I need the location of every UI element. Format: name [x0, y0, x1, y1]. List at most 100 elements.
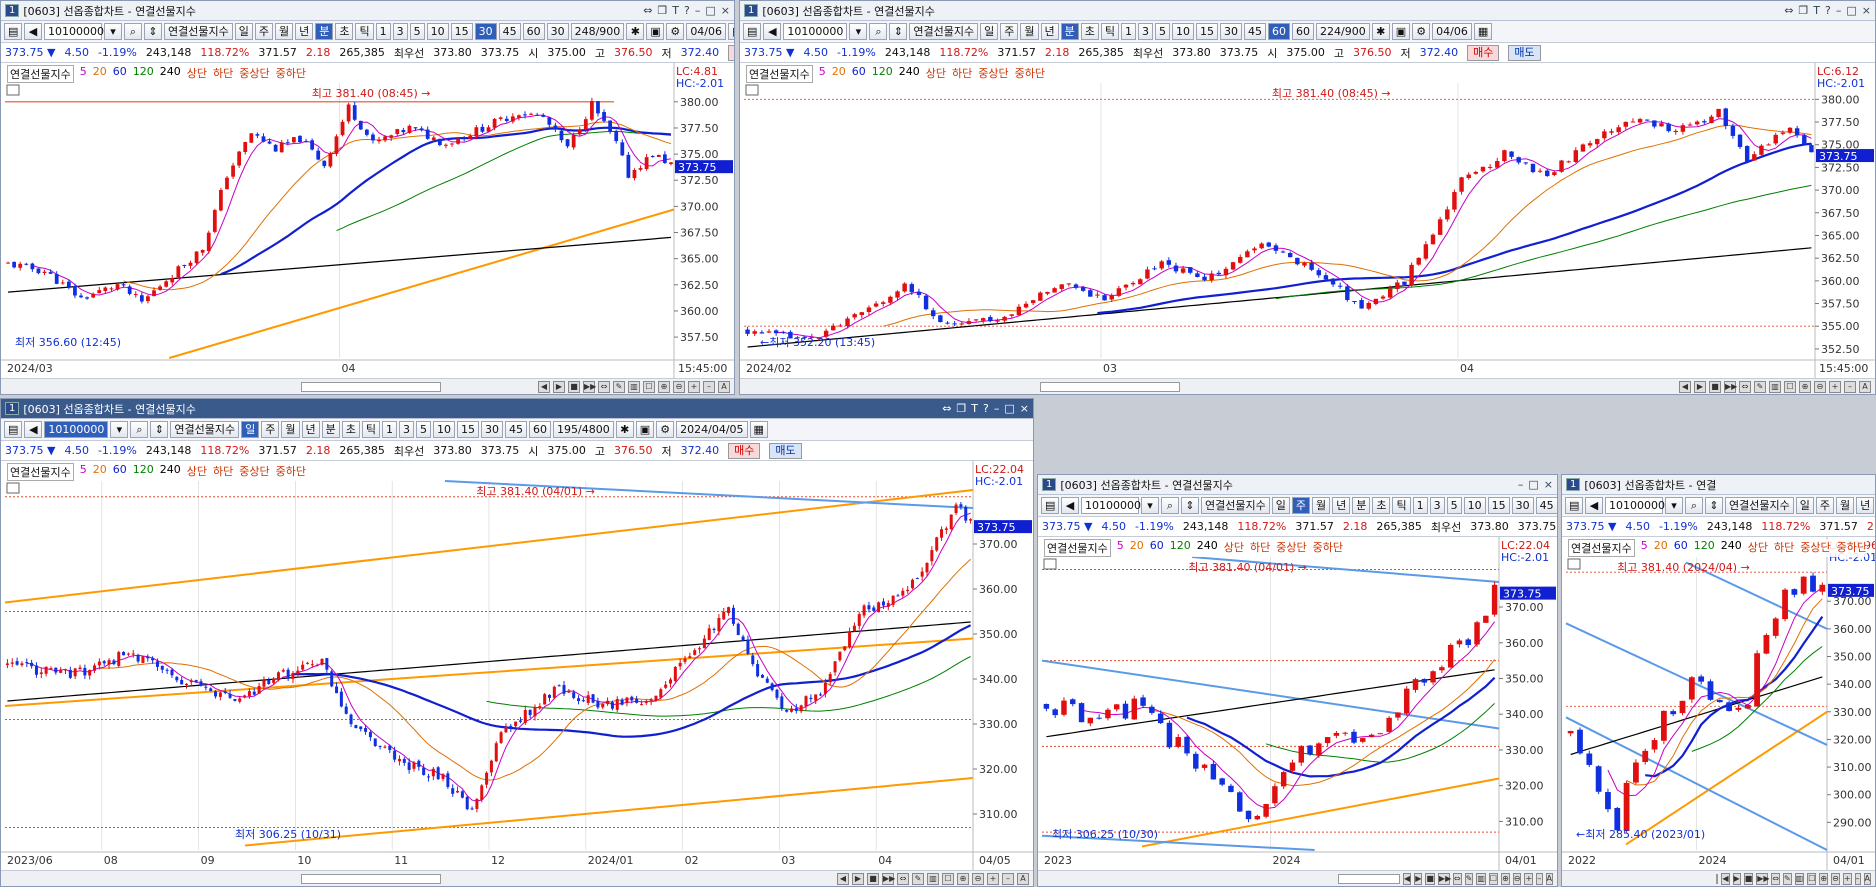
- copy-icon[interactable]: ❐: [1798, 4, 1808, 17]
- candle-body[interactable]: [1737, 134, 1743, 147]
- candle-body[interactable]: [20, 663, 24, 666]
- candle-body[interactable]: [664, 684, 668, 688]
- candlestick-chart[interactable]: 2022 2024 04/01370.00360.00350.00340.00330…: [1562, 537, 1876, 872]
- period-tab[interactable]: 틱: [355, 23, 374, 40]
- period-tab[interactable]: 초: [1080, 23, 1099, 40]
- candle-body[interactable]: [1509, 151, 1514, 157]
- date-input[interactable]: 04/06: [1432, 23, 1472, 40]
- candle-body[interactable]: [662, 154, 667, 163]
- candle-body[interactable]: [88, 669, 92, 676]
- candle-body[interactable]: [315, 665, 319, 667]
- nav-tool-icon[interactable]: ▶: [852, 872, 864, 885]
- candle-body[interactable]: [1131, 698, 1138, 720]
- candle-body[interactable]: [475, 799, 479, 809]
- candle-body[interactable]: [1184, 736, 1190, 754]
- nav-tool-icon[interactable]: ⊖: [673, 380, 685, 393]
- layout-icon[interactable]: ▤: [743, 23, 762, 40]
- step-icon[interactable]: ⇕: [144, 23, 162, 40]
- candle-body[interactable]: [722, 612, 726, 620]
- candle-body[interactable]: [1140, 697, 1146, 706]
- interval-button[interactable]: 30: [481, 421, 504, 438]
- interval-input[interactable]: 60: [1292, 23, 1315, 40]
- interval-button[interactable]: 15: [1196, 23, 1219, 40]
- candle-body[interactable]: [606, 700, 610, 704]
- candle-body[interactable]: [1095, 294, 1100, 296]
- candle-body[interactable]: [1373, 298, 1379, 305]
- candle-body[interactable]: [494, 743, 498, 762]
- candle-body[interactable]: [1209, 273, 1214, 281]
- candle-body[interactable]: [547, 694, 552, 698]
- code-input[interactable]: 10100000: [1081, 497, 1141, 514]
- buy-button[interactable]: 매수: [728, 44, 734, 61]
- gear-icon[interactable]: ⚙: [656, 421, 675, 438]
- candle-body[interactable]: [1702, 121, 1707, 123]
- candle-body[interactable]: [103, 287, 108, 291]
- candlestick-chart[interactable]: 2023 2024 04/01 370.00 360.00 350.00 340.00 330…: [1038, 537, 1558, 872]
- candle-body[interactable]: [780, 696, 784, 709]
- period-tab[interactable]: 분: [1352, 497, 1371, 514]
- candle-body[interactable]: [741, 636, 745, 641]
- period-tab[interactable]: 월: [1835, 497, 1855, 514]
- candle-body[interactable]: [1586, 753, 1593, 765]
- candle-body[interactable]: [909, 284, 915, 293]
- horizontal-scrollbar[interactable]: [1040, 381, 1180, 392]
- nav-tool-icon[interactable]: ▶▶: [882, 872, 895, 885]
- candle-body[interactable]: [910, 579, 915, 589]
- code-input[interactable]: 10100000: [1605, 497, 1665, 514]
- candle-body[interactable]: [310, 664, 314, 666]
- candle-body[interactable]: [843, 646, 847, 651]
- candle-body[interactable]: [1452, 192, 1457, 210]
- period-tab[interactable]: 년: [1856, 497, 1875, 514]
- candle-body[interactable]: [523, 114, 527, 116]
- candle-body[interactable]: [446, 773, 450, 787]
- nav-tool-icon[interactable]: ☐: [1488, 872, 1499, 885]
- symbol-name[interactable]: 연결선물지수: [1725, 497, 1794, 514]
- candle-body[interactable]: [371, 134, 375, 141]
- date-input[interactable]: 04/06: [686, 23, 727, 40]
- candle-body[interactable]: [146, 296, 150, 302]
- candle-body[interactable]: [712, 628, 716, 630]
- candle-body[interactable]: [320, 658, 324, 665]
- candle-body[interactable]: [969, 519, 973, 521]
- candle-body[interactable]: [959, 504, 963, 507]
- save-icon[interactable]: ▣: [1391, 23, 1411, 40]
- candle-body[interactable]: [1216, 272, 1222, 275]
- candle-body[interactable]: [383, 136, 387, 141]
- candle-body[interactable]: [1052, 709, 1058, 716]
- prev-icon[interactable]: ◀: [24, 23, 42, 40]
- gear-icon[interactable]: ⚙: [666, 23, 685, 40]
- candle-body[interactable]: [243, 695, 247, 698]
- candle-body[interactable]: [451, 788, 455, 794]
- candle-body[interactable]: [68, 669, 72, 678]
- candle-body[interactable]: [1088, 290, 1093, 297]
- candle-body[interactable]: [852, 314, 857, 318]
- candle-body[interactable]: [1002, 316, 1007, 321]
- candle-body[interactable]: [1530, 163, 1536, 173]
- interval-button[interactable]: 10: [426, 23, 449, 40]
- interval-button[interactable]: 3: [1429, 497, 1445, 514]
- nav-tool-icon[interactable]: ☐: [1784, 380, 1796, 393]
- candle-body[interactable]: [1287, 253, 1293, 258]
- candle-body[interactable]: [781, 331, 786, 333]
- nav-tool-icon[interactable]: +: [688, 380, 700, 393]
- candle-body[interactable]: [489, 760, 493, 773]
- candle-body[interactable]: [441, 774, 445, 779]
- candle-body[interactable]: [838, 325, 843, 327]
- font-icon[interactable]: T: [672, 4, 679, 17]
- candle-body[interactable]: [91, 293, 96, 298]
- candle-body[interactable]: [1337, 285, 1343, 287]
- prev-icon[interactable]: ◀: [1061, 497, 1079, 514]
- candle-body[interactable]: [930, 550, 934, 562]
- font-icon[interactable]: T: [971, 402, 978, 415]
- nav-tool-icon[interactable]: ⇔: [1739, 380, 1751, 393]
- candle-body[interactable]: [133, 294, 138, 296]
- nav-tool-icon[interactable]: –: [1854, 872, 1861, 885]
- maximize-icon[interactable]: □: [705, 4, 715, 17]
- candle-body[interactable]: [359, 726, 363, 729]
- candle-body[interactable]: [1623, 782, 1630, 831]
- candle-body[interactable]: [886, 603, 890, 607]
- candle-body[interactable]: [330, 671, 334, 687]
- candle-body[interactable]: [255, 134, 260, 136]
- candle-body[interactable]: [273, 144, 278, 152]
- candle-body[interactable]: [823, 682, 827, 694]
